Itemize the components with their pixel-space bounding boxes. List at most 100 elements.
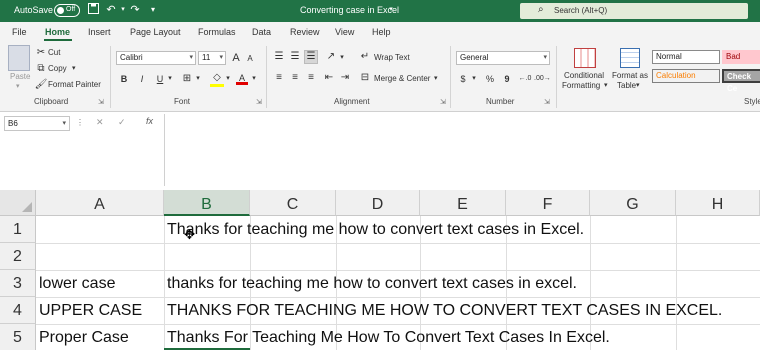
insert-function-button[interactable]: fx <box>146 116 153 126</box>
increase-decimal-icon[interactable]: ←.0 <box>518 73 532 85</box>
font-size-dropdown[interactable]: 11 ▾ <box>198 51 226 65</box>
alignment-launcher-icon[interactable]: ⇲ <box>440 98 446 106</box>
cut-icon[interactable]: ✂ <box>34 47 48 59</box>
cell-a3[interactable]: lower case <box>39 270 115 297</box>
tab-insert[interactable]: Insert <box>88 27 111 37</box>
name-box[interactable]: B6 ▾ <box>4 116 70 131</box>
style-check-cell[interactable]: Check Ce <box>722 69 760 93</box>
merge-center-button[interactable]: Merge & Center <box>374 74 430 83</box>
style-calculation[interactable]: Calculation <box>652 69 720 83</box>
format-as-table-line2[interactable]: Table <box>617 81 636 90</box>
percent-button[interactable]: % <box>484 72 496 86</box>
format-painter-icon[interactable]: 🖌 <box>34 79 48 91</box>
font-color-dropdown-icon[interactable]: ▾ <box>250 72 258 86</box>
fill-color-dropdown-icon[interactable]: ▾ <box>224 72 232 86</box>
column-header-h[interactable]: H <box>676 190 760 216</box>
paste-dropdown-icon[interactable]: ▾ <box>16 82 20 90</box>
borders-dropdown-icon[interactable]: ▾ <box>194 72 202 86</box>
conditional-formatting-line2[interactable]: Formatting <box>562 81 600 90</box>
column-header-c[interactable]: C <box>250 190 336 216</box>
increase-indent-icon[interactable]: ⇥ <box>338 72 352 84</box>
customize-toolbar-icon[interactable]: ▾ <box>146 3 160 17</box>
conditional-formatting-line1[interactable]: Conditional <box>564 71 604 80</box>
column-header-d[interactable]: D <box>336 190 420 216</box>
currency-dropdown-icon[interactable]: ▾ <box>470 72 478 86</box>
align-middle-icon[interactable]: ☰ <box>288 51 302 63</box>
column-header-b[interactable]: B <box>164 190 250 216</box>
wrap-text-icon[interactable]: ↵ <box>358 51 372 63</box>
conditional-formatting-icon[interactable] <box>574 48 596 68</box>
tab-home[interactable]: Home <box>45 27 70 37</box>
tab-help[interactable]: Help <box>372 27 391 37</box>
orientation-icon[interactable]: ↗ <box>324 51 338 63</box>
style-bad[interactable]: Bad <box>722 50 760 64</box>
format-as-table-icon[interactable] <box>620 48 640 68</box>
select-all-button[interactable] <box>0 190 36 216</box>
cut-button[interactable]: Cut <box>48 48 60 57</box>
title-dropdown-icon[interactable]: ▾ <box>384 3 398 17</box>
cell-b3[interactable]: thanks for teaching me how to convert te… <box>167 270 577 297</box>
font-name-dropdown[interactable]: Calibri ▾ <box>116 51 196 65</box>
align-top-icon[interactable]: ☰ <box>272 51 286 63</box>
enter-icon[interactable]: ✓ <box>118 117 126 128</box>
cell-b1[interactable]: Thanks for teaching me how to convert te… <box>167 216 584 243</box>
search-box[interactable]: ⌕ Search (Alt+Q) <box>520 3 748 19</box>
copy-icon[interactable]: ⧉ <box>34 63 48 75</box>
comma-style-button[interactable]: 9 <box>502 72 512 86</box>
tab-data[interactable]: Data <box>252 27 271 37</box>
decrease-decimal-icon[interactable]: .00→ <box>534 73 551 85</box>
format-painter-button[interactable]: Format Painter <box>48 80 101 89</box>
column-header-e[interactable]: E <box>420 190 506 216</box>
number-launcher-icon[interactable]: ⇲ <box>544 98 550 106</box>
column-header-a[interactable]: A <box>36 190 164 216</box>
shrink-font-button[interactable]: A <box>244 52 256 66</box>
redo-icon[interactable]: ↷ <box>128 3 142 17</box>
align-left-icon[interactable]: ≡ <box>272 72 286 84</box>
grow-font-button[interactable]: A <box>230 51 242 65</box>
underline-dropdown-icon[interactable]: ▾ <box>166 72 174 86</box>
number-format-dropdown[interactable]: General ▾ <box>456 51 550 65</box>
orientation-dropdown-icon[interactable]: ▾ <box>338 51 346 65</box>
align-right-icon[interactable]: ≡ <box>304 72 318 84</box>
fill-color-icon[interactable]: ◇ <box>210 72 224 87</box>
row-header-1[interactable]: 1 <box>0 216 36 243</box>
cell-b4[interactable]: THANKS FOR TEACHING ME HOW TO CONVERT TE… <box>167 297 722 324</box>
cell-a5[interactable]: Proper Case <box>39 324 129 350</box>
cancel-icon[interactable]: ✕ <box>96 117 104 128</box>
wrap-text-button[interactable]: Wrap Text <box>374 53 410 62</box>
merge-center-dropdown-icon[interactable]: ▾ <box>434 74 438 82</box>
currency-button[interactable]: $ <box>458 72 468 86</box>
row-header-2[interactable]: 2 <box>0 243 36 270</box>
tab-page-layout[interactable]: Page Layout <box>130 27 181 37</box>
copy-dropdown-icon[interactable]: ▾ <box>72 64 76 72</box>
paste-button[interactable]: Paste <box>10 72 30 81</box>
tab-file[interactable]: File <box>12 27 27 37</box>
tab-formulas[interactable]: Formulas <box>198 27 236 37</box>
formula-input[interactable] <box>168 115 756 185</box>
column-header-f[interactable]: F <box>506 190 590 216</box>
font-launcher-icon[interactable]: ⇲ <box>256 98 262 106</box>
italic-button[interactable]: I <box>136 72 148 86</box>
align-center-icon[interactable]: ≡ <box>288 72 302 84</box>
format-as-table-line1[interactable]: Format as <box>612 71 648 80</box>
align-bottom-icon[interactable]: ☰ <box>304 50 318 64</box>
active-cell-indicator[interactable] <box>164 324 250 350</box>
decrease-indent-icon[interactable]: ⇤ <box>322 72 336 84</box>
paste-icon[interactable] <box>8 45 30 71</box>
conditional-formatting-dropdown-icon[interactable]: ▾ <box>604 81 608 89</box>
format-as-table-dropdown-icon[interactable]: ▾ <box>636 81 640 89</box>
tab-view[interactable]: View <box>335 27 354 37</box>
autosave-toggle[interactable]: Off <box>54 4 80 17</box>
row-header-4[interactable]: 4 <box>0 297 36 324</box>
style-normal[interactable]: Normal <box>652 50 720 64</box>
save-icon[interactable] <box>86 3 100 17</box>
row-header-5[interactable]: 5 <box>0 324 36 350</box>
row-header-3[interactable]: 3 <box>0 270 36 297</box>
tab-review[interactable]: Review <box>290 27 320 37</box>
column-header-g[interactable]: G <box>590 190 676 216</box>
underline-button[interactable]: U <box>154 72 166 86</box>
more-options-icon[interactable]: ⋮ <box>76 118 84 127</box>
merge-center-icon[interactable]: ⊟ <box>358 72 372 84</box>
clipboard-launcher-icon[interactable]: ⇲ <box>98 98 104 106</box>
borders-icon[interactable]: ⊞ <box>180 73 194 85</box>
